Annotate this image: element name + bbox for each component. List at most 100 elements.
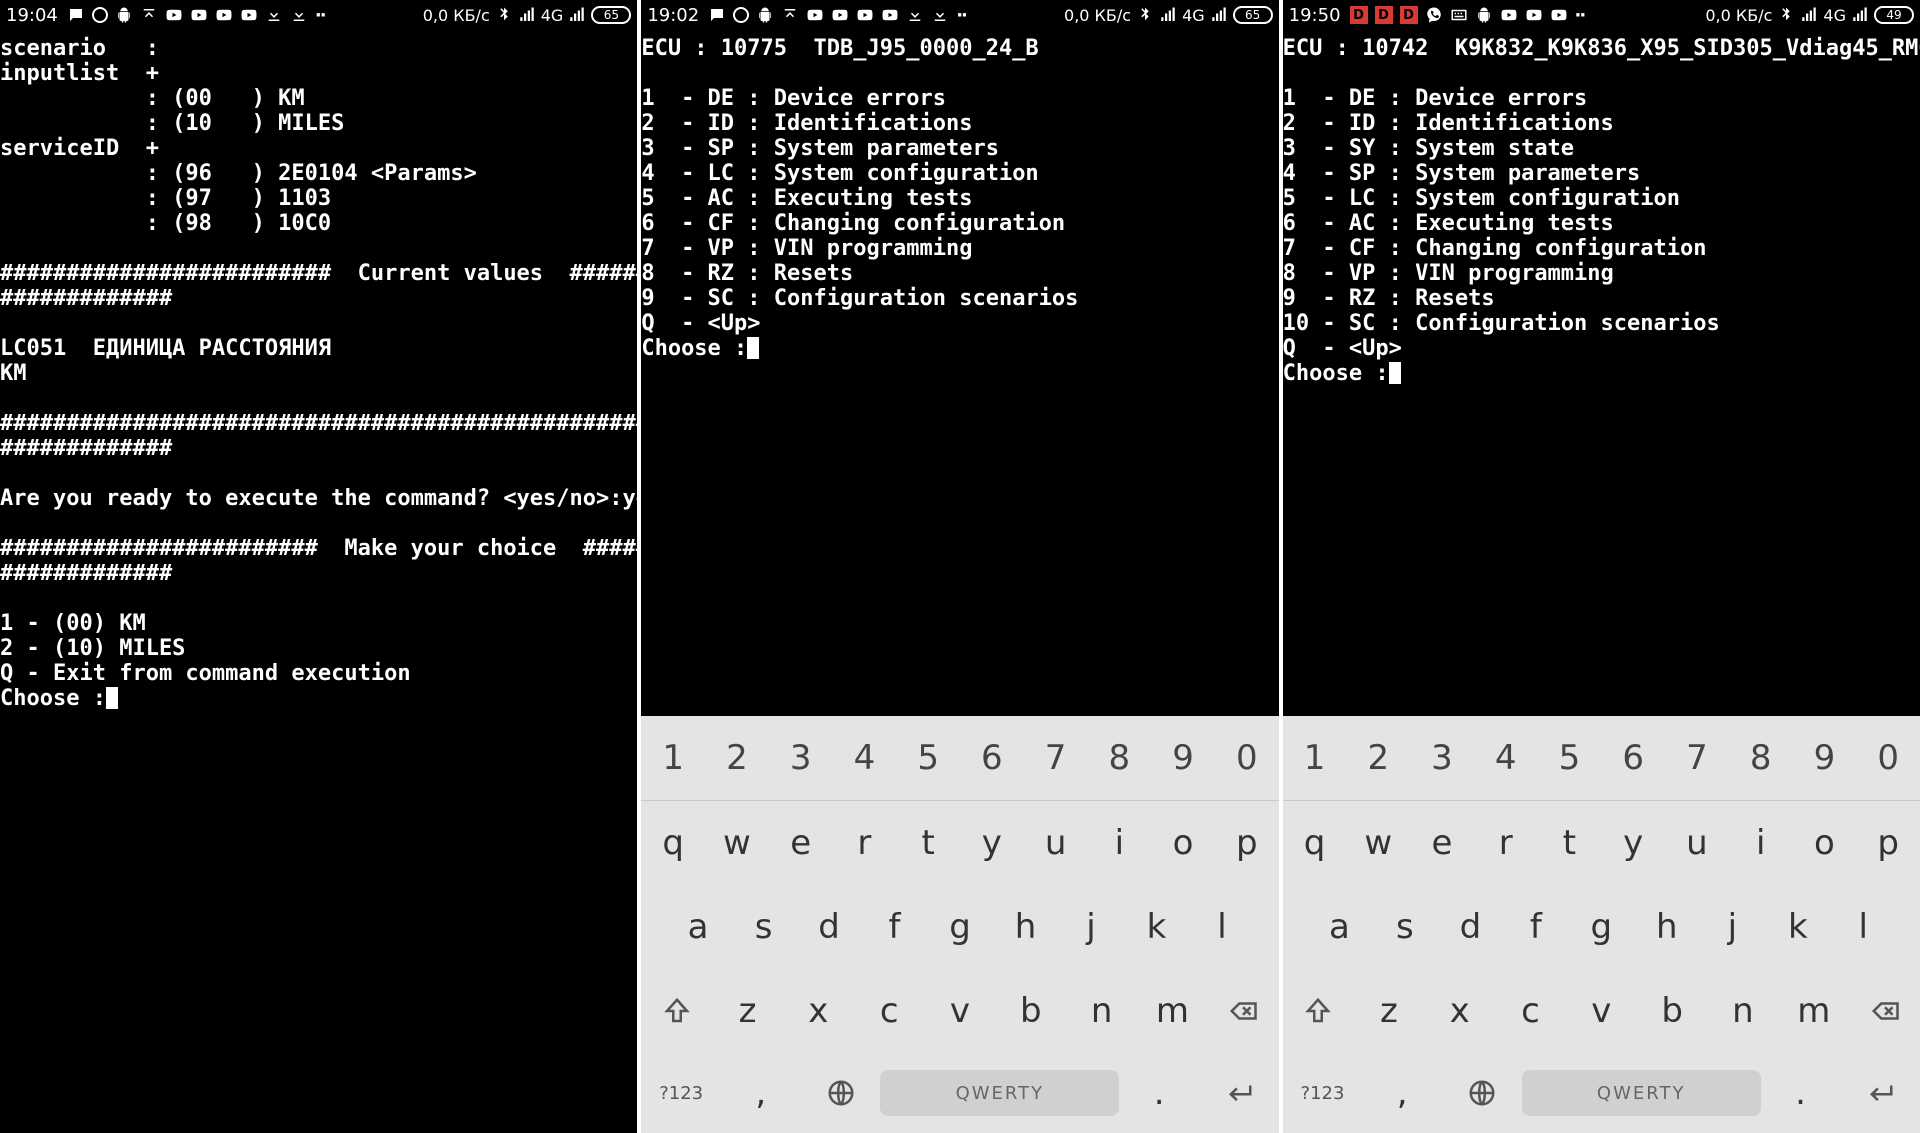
comma-key[interactable]: , (721, 1053, 801, 1133)
key-x[interactable]: x (1424, 969, 1495, 1053)
key-5[interactable]: 5 (1538, 716, 1602, 800)
key-x[interactable]: x (783, 969, 854, 1053)
key-8[interactable]: 8 (1729, 716, 1793, 800)
key-u[interactable]: u (1024, 801, 1088, 885)
key-n[interactable]: n (1066, 969, 1137, 1053)
prompt[interactable]: Choose : (1283, 361, 1389, 386)
shift-key[interactable] (641, 969, 712, 1053)
key-4[interactable]: 4 (1474, 716, 1538, 800)
key-f[interactable]: f (862, 885, 927, 969)
key-g[interactable]: g (1569, 885, 1634, 969)
key-l[interactable]: l (1189, 885, 1254, 969)
key-2[interactable]: 2 (1346, 716, 1410, 800)
key-o[interactable]: o (1793, 801, 1857, 885)
enter-key[interactable] (1840, 1053, 1920, 1133)
key-j[interactable]: j (1058, 885, 1123, 969)
language-key[interactable] (801, 1053, 881, 1133)
prompt[interactable]: Choose : (0, 686, 106, 711)
viber-icon (1425, 6, 1443, 24)
key-3[interactable]: 3 (1410, 716, 1474, 800)
key-v[interactable]: v (1566, 969, 1637, 1053)
key-c[interactable]: c (854, 969, 925, 1053)
key-p[interactable]: p (1215, 801, 1279, 885)
key-6[interactable]: 6 (1601, 716, 1665, 800)
key-j[interactable]: j (1700, 885, 1765, 969)
symbols-key[interactable]: ?123 (1283, 1053, 1363, 1133)
key-4[interactable]: 4 (833, 716, 897, 800)
terminal-output[interactable]: scenario : inputlist + : (00 ) KM : (10 … (0, 30, 637, 1133)
enter-key[interactable] (1199, 1053, 1279, 1133)
key-v[interactable]: v (925, 969, 996, 1053)
key-q[interactable]: q (1283, 801, 1347, 885)
key-9[interactable]: 9 (1793, 716, 1857, 800)
comma-key[interactable]: , (1362, 1053, 1442, 1133)
key-d[interactable]: d (796, 885, 861, 969)
key-w[interactable]: w (705, 801, 769, 885)
key-h[interactable]: h (993, 885, 1058, 969)
key-7[interactable]: 7 (1665, 716, 1729, 800)
on-screen-keyboard[interactable]: 1234567890 qwertyuiop asdfghjkl zxcvbnm ?123… (1283, 716, 1920, 1133)
key-1[interactable]: 1 (641, 716, 705, 800)
key-o[interactable]: o (1151, 801, 1215, 885)
key-k[interactable]: k (1124, 885, 1189, 969)
terminal-output[interactable]: ECU : 10742 K9K832_K9K836_X95_SID305_Vdi… (1283, 30, 1920, 716)
battery-indicator: 65 (1233, 6, 1273, 24)
key-6[interactable]: 6 (960, 716, 1024, 800)
key-7[interactable]: 7 (1024, 716, 1088, 800)
key-y[interactable]: y (960, 801, 1024, 885)
terminal-output[interactable]: ECU : 10775 TDB_J95_0000_24_B 1 - DE : D… (641, 30, 1278, 716)
key-b[interactable]: b (995, 969, 1066, 1053)
key-a[interactable]: a (1307, 885, 1372, 969)
key-r[interactable]: r (1474, 801, 1538, 885)
key-3[interactable]: 3 (769, 716, 833, 800)
key-z[interactable]: z (712, 969, 783, 1053)
backspace-key[interactable] (1208, 969, 1279, 1053)
backspace-key[interactable] (1849, 969, 1920, 1053)
key-q[interactable]: q (641, 801, 705, 885)
symbols-key[interactable]: ?123 (641, 1053, 721, 1133)
key-w[interactable]: w (1346, 801, 1410, 885)
prompt[interactable]: Choose : (641, 336, 747, 361)
key-c[interactable]: c (1495, 969, 1566, 1053)
key-i[interactable]: i (1087, 801, 1151, 885)
spacebar[interactable]: QWERTY (880, 1070, 1119, 1116)
key-9[interactable]: 9 (1151, 716, 1215, 800)
key-b[interactable]: b (1637, 969, 1708, 1053)
key-d[interactable]: d (1438, 885, 1503, 969)
key-z[interactable]: z (1353, 969, 1424, 1053)
key-0[interactable]: 0 (1856, 716, 1920, 800)
key-0[interactable]: 0 (1215, 716, 1279, 800)
key-s[interactable]: s (731, 885, 796, 969)
language-key[interactable] (1442, 1053, 1522, 1133)
key-a[interactable]: a (665, 885, 730, 969)
on-screen-keyboard[interactable]: 1234567890 qwertyuiop asdfghjkl zxcvbnm ?123… (641, 716, 1278, 1133)
key-5[interactable]: 5 (896, 716, 960, 800)
key-n[interactable]: n (1708, 969, 1779, 1053)
key-f[interactable]: f (1503, 885, 1568, 969)
network-speed: 0,0 КБ/с (1705, 6, 1772, 25)
key-e[interactable]: e (1410, 801, 1474, 885)
key-g[interactable]: g (927, 885, 992, 969)
key-1[interactable]: 1 (1283, 716, 1347, 800)
upload-icon (140, 6, 158, 24)
key-s[interactable]: s (1372, 885, 1437, 969)
key-h[interactable]: h (1634, 885, 1699, 969)
key-t[interactable]: t (1538, 801, 1602, 885)
key-l[interactable]: l (1831, 885, 1896, 969)
period-key[interactable]: . (1761, 1053, 1841, 1133)
key-i[interactable]: i (1729, 801, 1793, 885)
key-8[interactable]: 8 (1087, 716, 1151, 800)
key-y[interactable]: y (1601, 801, 1665, 885)
key-u[interactable]: u (1665, 801, 1729, 885)
shift-key[interactable] (1283, 969, 1354, 1053)
period-key[interactable]: . (1119, 1053, 1199, 1133)
key-2[interactable]: 2 (705, 716, 769, 800)
key-m[interactable]: m (1778, 969, 1849, 1053)
spacebar[interactable]: QWERTY (1522, 1070, 1761, 1116)
key-p[interactable]: p (1856, 801, 1920, 885)
key-t[interactable]: t (896, 801, 960, 885)
key-m[interactable]: m (1137, 969, 1208, 1053)
key-e[interactable]: e (769, 801, 833, 885)
key-r[interactable]: r (833, 801, 897, 885)
key-k[interactable]: k (1765, 885, 1830, 969)
